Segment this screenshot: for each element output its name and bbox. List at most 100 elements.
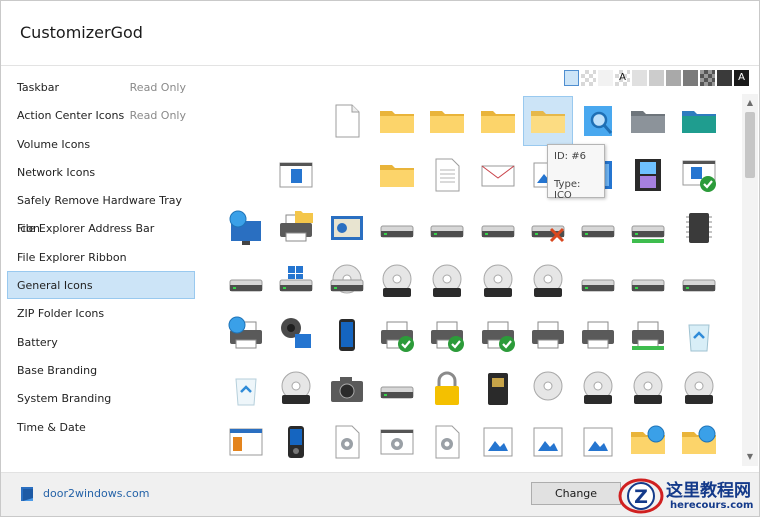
change-button[interactable]: Change [531, 482, 621, 505]
icon-cell[interactable] [573, 310, 623, 360]
sidebar-item[interactable]: Time & Date [7, 413, 195, 441]
icon-cell[interactable] [372, 257, 422, 307]
icon-cell[interactable] [322, 150, 372, 200]
webcam-icon [281, 318, 312, 348]
icon-cell[interactable] [523, 364, 573, 414]
icon-cell[interactable] [573, 203, 623, 253]
sidebar-item[interactable]: File Explorer Address Bar [7, 214, 195, 242]
icon-cell[interactable] [674, 203, 724, 253]
icon-cell[interactable] [221, 203, 271, 253]
icon-cell[interactable] [674, 364, 724, 414]
sidebar-item[interactable]: Battery [7, 328, 195, 356]
sidebar-item[interactable]: Volume Icons [7, 130, 195, 158]
icon-cell[interactable] [372, 203, 422, 253]
website-link-text[interactable]: door2windows.com [43, 487, 149, 500]
icon-cell[interactable] [623, 203, 673, 253]
icon-cell[interactable] [372, 310, 422, 360]
icon-cell[interactable] [623, 364, 673, 414]
icon-cell[interactable] [573, 364, 623, 414]
icon-cell[interactable] [674, 96, 724, 146]
icon-cell[interactable] [372, 96, 422, 146]
icon-cell[interactable] [271, 96, 321, 146]
icon-cell[interactable] [473, 203, 523, 253]
background-swatch[interactable]: A [734, 70, 749, 86]
icon-cell[interactable] [271, 203, 321, 253]
icon-cell[interactable] [623, 96, 673, 146]
sidebar-item[interactable]: Action Center Icons Read Only [7, 101, 195, 129]
icon-cell[interactable] [473, 150, 523, 200]
icon-cell[interactable] [271, 417, 321, 466]
icon-cell[interactable] [322, 364, 372, 414]
icon-cell[interactable] [221, 96, 271, 146]
icon-cell[interactable] [623, 417, 673, 466]
icon-cell[interactable] [322, 96, 372, 146]
background-swatch[interactable] [666, 70, 681, 86]
sidebar-item[interactable]: File Explorer Ribbon [7, 243, 195, 271]
background-swatch[interactable]: A [615, 70, 630, 86]
icon-grid-scrollbar[interactable]: ▲ ▼ [742, 94, 758, 466]
icon-cell[interactable] [422, 310, 472, 360]
icon-cell[interactable] [422, 364, 472, 414]
scroll-down-arrow-icon[interactable]: ▼ [742, 450, 758, 464]
icon-cell[interactable] [623, 257, 673, 307]
icon-cell[interactable] [473, 417, 523, 466]
sidebar-item[interactable]: Taskbar Read Only [7, 73, 195, 101]
icon-cell[interactable] [372, 364, 422, 414]
icon-cell[interactable] [573, 257, 623, 307]
icon-cell[interactable] [372, 417, 422, 466]
icon-cell[interactable] [422, 257, 472, 307]
icon-cell[interactable] [221, 310, 271, 360]
scroll-thumb[interactable] [745, 112, 755, 178]
sidebar-item[interactable]: Base Branding [7, 356, 195, 384]
scroll-up-arrow-icon[interactable]: ▲ [742, 96, 758, 110]
icon-cell[interactable] [422, 417, 472, 466]
icon-cell[interactable] [422, 203, 472, 253]
icon-cell[interactable] [271, 310, 321, 360]
icon-cell[interactable] [322, 417, 372, 466]
icon-cell[interactable] [623, 150, 673, 200]
icon-cell[interactable] [674, 150, 724, 200]
background-swatch[interactable] [581, 70, 596, 86]
sidebar-item[interactable]: Network Icons [7, 158, 195, 186]
sidebar-item[interactable]: General Icons [7, 271, 195, 300]
icon-cell[interactable] [523, 417, 573, 466]
icon-cell[interactable] [522, 96, 573, 146]
icon-cell[interactable] [271, 257, 321, 307]
icon-cell[interactable] [322, 203, 372, 253]
icon-cell[interactable] [473, 257, 523, 307]
sidebar-item[interactable]: Safely Remove Hardware Tray Icon [7, 186, 195, 235]
icon-cell[interactable] [523, 257, 573, 307]
icon-cell[interactable] [573, 417, 623, 466]
icon-cell[interactable] [372, 150, 422, 200]
icon-cell[interactable] [473, 96, 523, 146]
sidebar-item[interactable]: System Branding [7, 384, 195, 412]
sidebar-item[interactable]: ZIP Folder Icons [7, 299, 195, 327]
background-swatch[interactable] [700, 70, 715, 86]
icon-cell[interactable] [221, 364, 271, 414]
icon-cell[interactable] [523, 310, 573, 360]
icon-cell[interactable] [322, 257, 372, 307]
icon-cell[interactable] [422, 150, 472, 200]
icon-cell[interactable] [623, 310, 673, 360]
icon-cell[interactable] [473, 310, 523, 360]
icon-cell[interactable] [271, 364, 321, 414]
icon-cell[interactable] [422, 96, 472, 146]
icon-cell[interactable] [221, 150, 271, 200]
background-swatch[interactable] [649, 70, 664, 86]
background-swatch[interactable] [598, 70, 613, 86]
website-link[interactable]: door2windows.com [20, 485, 149, 502]
icon-cell[interactable] [322, 310, 372, 360]
icon-cell[interactable] [523, 203, 573, 253]
background-swatch[interactable] [717, 70, 732, 86]
background-swatch[interactable] [564, 70, 579, 86]
background-swatch[interactable] [683, 70, 698, 86]
background-swatch[interactable] [632, 70, 647, 86]
icon-cell[interactable] [573, 96, 623, 146]
icon-cell[interactable] [473, 364, 523, 414]
icon-cell[interactable] [221, 257, 271, 307]
icon-cell[interactable] [271, 150, 321, 200]
icon-cell[interactable] [221, 417, 271, 466]
icon-cell[interactable] [674, 310, 724, 360]
icon-cell[interactable] [674, 257, 724, 307]
icon-cell[interactable] [674, 417, 724, 466]
